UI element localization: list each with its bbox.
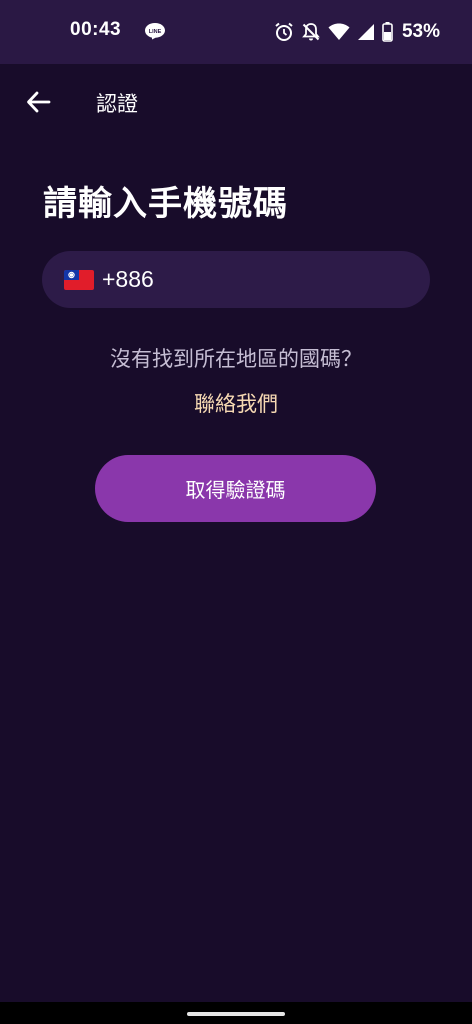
status-icons: 53% (274, 19, 440, 45)
home-indicator[interactable] (187, 1012, 285, 1016)
wifi-icon (328, 23, 350, 40)
verification-screen: 00:43 LINE 53% 認證 請輸入手機號碼 +886 沒有找到所在地區的… (0, 0, 472, 1024)
contact-us-link[interactable]: 聯絡我們 (194, 392, 278, 416)
battery-icon (382, 22, 393, 42)
battery-percent: 53% (401, 21, 440, 42)
status-time: 00:43 (70, 19, 122, 40)
country-code-help-text: 沒有找到所在地區的國碼？ (110, 347, 362, 371)
phone-number-heading: 請輸入手機號碼 (43, 184, 288, 224)
alarm-icon (275, 22, 293, 41)
line-app-icon: LINE (145, 23, 165, 40)
arrow-left-icon (27, 91, 51, 113)
cell-signal-icon (357, 24, 374, 40)
app-bar: 認證 (0, 64, 472, 140)
page-title: 認證 (96, 92, 138, 116)
back-button[interactable] (20, 84, 56, 120)
country-code[interactable]: +886 (102, 266, 154, 293)
notifications-off-icon (302, 23, 320, 41)
status-bar: 00:43 LINE 53% (0, 0, 472, 64)
system-nav-bar (0, 1002, 472, 1024)
taiwan-flag-icon (64, 269, 94, 290)
contact-us-link-row: 聯絡我們 (0, 388, 472, 418)
get-verification-code-button[interactable]: 取得驗證碼 (95, 455, 376, 522)
phone-number-input[interactable]: +886 (42, 251, 430, 308)
svg-text:LINE: LINE (149, 29, 162, 35)
